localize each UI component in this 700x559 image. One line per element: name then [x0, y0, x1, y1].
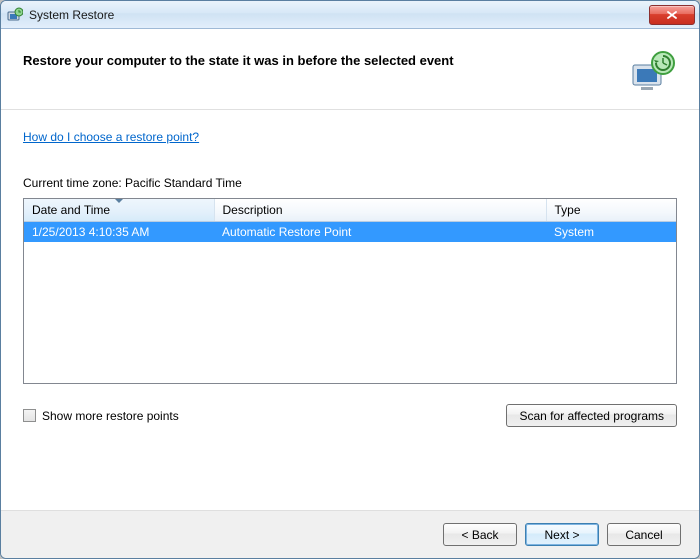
column-header-description[interactable]: Description	[214, 199, 546, 222]
wizard-body: How do I choose a restore point? Current…	[1, 110, 699, 510]
system-restore-window: System Restore Restore your computer to …	[0, 0, 700, 559]
column-header-label: Type	[555, 203, 581, 217]
checkbox-label: Show more restore points	[42, 409, 179, 423]
column-header-label: Description	[223, 203, 283, 217]
scan-affected-button[interactable]: Scan for affected programs	[506, 404, 677, 427]
wizard-footer: < Back Next > Cancel	[1, 510, 699, 558]
table-row[interactable]: 1/25/2013 4:10:35 AMAutomatic Restore Po…	[24, 222, 676, 243]
back-button[interactable]: < Back	[443, 523, 517, 546]
next-button[interactable]: Next >	[525, 523, 599, 546]
close-button[interactable]	[649, 5, 695, 25]
below-table-controls: Show more restore points Scan for affect…	[23, 404, 677, 427]
wizard-header: Restore your computer to the state it wa…	[1, 29, 699, 110]
column-header-datetime[interactable]: Date and Time	[24, 199, 214, 222]
cancel-button[interactable]: Cancel	[607, 523, 681, 546]
close-icon	[667, 11, 677, 19]
cell-type: System	[546, 222, 676, 243]
help-link[interactable]: How do I choose a restore point?	[23, 130, 677, 144]
show-more-checkbox[interactable]: Show more restore points	[23, 409, 179, 423]
cell-description: Automatic Restore Point	[214, 222, 546, 243]
column-header-type[interactable]: Type	[546, 199, 676, 222]
system-restore-icon	[7, 7, 23, 23]
timezone-label: Current time zone: Pacific Standard Time	[23, 176, 677, 190]
titlebar: System Restore	[1, 1, 699, 29]
sort-desc-icon	[115, 199, 123, 203]
restore-points-table[interactable]: Date and Time Description Type 1/25/2013…	[23, 198, 677, 384]
window-title: System Restore	[29, 8, 114, 22]
column-header-label: Date and Time	[32, 203, 110, 217]
cell-datetime: 1/25/2013 4:10:35 AM	[24, 222, 214, 243]
restore-graphic-icon	[629, 47, 677, 95]
checkbox-box-icon	[23, 409, 36, 422]
page-heading: Restore your computer to the state it wa…	[23, 53, 619, 68]
